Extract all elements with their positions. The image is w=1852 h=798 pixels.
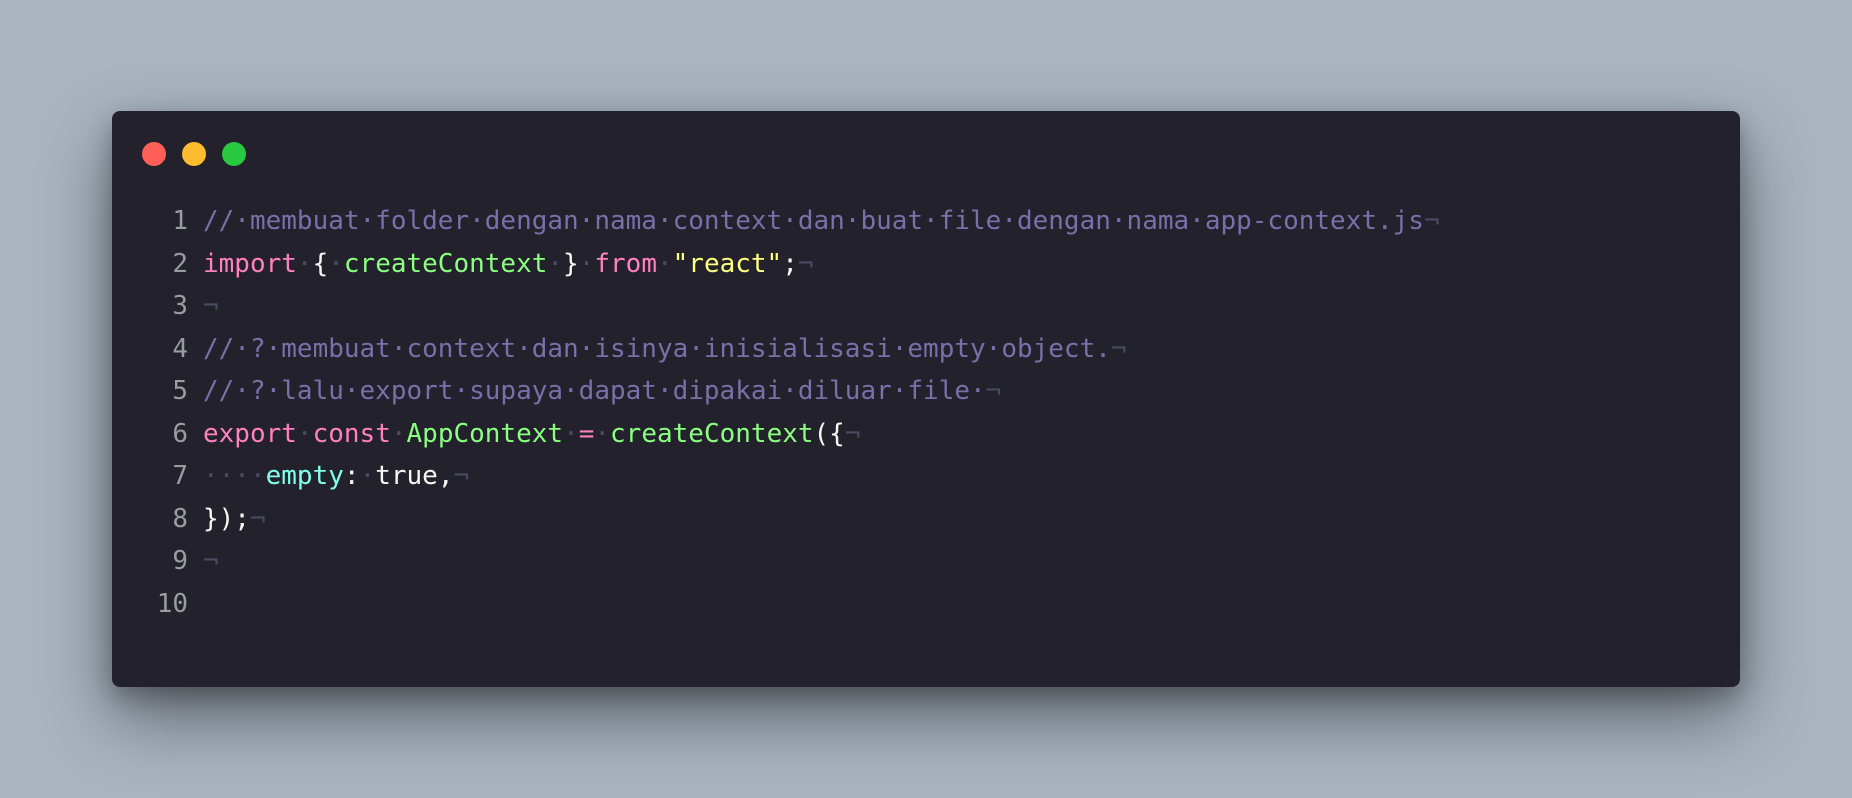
code-line[interactable]: 6 export·const·AppContext·=·createContext…: [112, 413, 1740, 456]
whitespace-marker: ¬: [453, 461, 470, 491]
code-line[interactable]: 5 //·?·lalu·export·supaya·dapat·dipakai·d…: [112, 370, 1740, 413]
code-line[interactable]: 7 ····empty:·true,¬: [112, 455, 1740, 498]
code-line[interactable]: 10: [112, 583, 1740, 626]
code-line[interactable]: 1 //·membuat·folder·dengan·nama·context·d…: [112, 200, 1740, 243]
whitespace-marker: ·: [594, 418, 611, 449]
line-number: 5: [172, 376, 188, 406]
whitespace-marker: ¬: [203, 546, 219, 576]
whitespace-marker: ¬: [1423, 206, 1440, 236]
line-text: //·?·lalu·export·supaya·dapat·dipakai·di…: [203, 370, 1001, 413]
code-token: true: [375, 461, 438, 491]
line-text: export·const·AppContext·=·createContext(…: [203, 413, 861, 456]
code-editor[interactable]: 1 //·membuat·folder·dengan·nama·context·d…: [112, 200, 1740, 625]
whitespace-marker: ·: [390, 418, 407, 449]
line-number: 6: [172, 418, 188, 449]
maximize-window-button[interactable]: [222, 142, 246, 166]
code-line[interactable]: 2 import·{·createContext·}·from·"react";¬: [112, 243, 1740, 286]
whitespace-marker: ·: [359, 461, 376, 491]
whitespace-marker: ·: [578, 248, 595, 279]
whitespace-marker: ·: [656, 248, 673, 279]
whitespace-marker: ····: [203, 461, 266, 491]
code-token: {: [312, 248, 329, 279]
code-line[interactable]: 4 //·?·membuat·context·dan·isinya·inisial…: [112, 328, 1740, 371]
line-number: 10: [156, 588, 188, 619]
line-text: //·?·membuat·context·dan·isinya·inisiali…: [203, 328, 1127, 371]
line-number: 8: [172, 503, 188, 534]
code-token: ;: [782, 248, 798, 279]
code-window: 1 //·membuat·folder·dengan·nama·context·d…: [112, 111, 1740, 687]
whitespace-marker: ¬: [203, 291, 219, 321]
code-token: empty: [265, 461, 344, 491]
line-number: 9: [172, 546, 188, 576]
whitespace-marker: ·: [563, 418, 579, 449]
line-text: //·membuat·folder·dengan·nama·context·da…: [203, 200, 1440, 243]
line-text: import·{·createContext·}·from·"react";¬: [203, 243, 814, 286]
code-token: //·membuat·folder·dengan·nama·context·da…: [203, 206, 1424, 236]
line-text: });¬: [203, 498, 266, 541]
code-token: "react": [672, 248, 783, 279]
code-token: import: [203, 248, 297, 279]
line-text: ¬: [203, 540, 219, 583]
code-token: ,: [437, 461, 454, 491]
line-number: 7: [172, 461, 188, 491]
code-token: :: [343, 461, 360, 491]
code-token: //·?·membuat·context·dan·isinya·inisiali…: [203, 333, 1111, 364]
code-token: from: [594, 248, 657, 279]
code-token: const: [312, 418, 391, 449]
whitespace-marker: ·: [296, 418, 313, 449]
whitespace-marker: ·: [547, 248, 564, 279]
code-token: export: [203, 418, 297, 449]
window-controls: [142, 142, 246, 166]
code-token: AppContext: [406, 418, 564, 449]
whitespace-marker: ·: [296, 248, 313, 279]
whitespace-marker: ¬: [844, 418, 861, 449]
whitespace-marker: ¬: [249, 503, 266, 534]
code-token: });: [203, 503, 250, 534]
code-token: createContext: [343, 248, 548, 279]
close-window-button[interactable]: [142, 142, 166, 166]
code-token: //·?·lalu·export·supaya·dapat·dipakai·di…: [203, 376, 986, 406]
whitespace-marker: ¬: [985, 376, 1002, 406]
code-line[interactable]: 9 ¬: [112, 540, 1740, 583]
code-token: createContext: [610, 418, 814, 449]
whitespace-marker: ·: [328, 248, 344, 279]
code-token: =: [578, 418, 595, 449]
code-line[interactable]: 8});¬: [112, 498, 1740, 541]
line-number: 2: [172, 248, 188, 279]
minimize-window-button[interactable]: [182, 142, 206, 166]
code-line[interactable]: 3 ¬: [112, 285, 1740, 328]
code-token: ({: [813, 418, 845, 449]
whitespace-marker: ¬: [1110, 333, 1127, 364]
line-number: 3: [172, 291, 188, 321]
line-text: ····empty:·true,¬: [203, 455, 469, 498]
whitespace-marker: ¬: [797, 248, 814, 279]
line-text: ¬: [203, 285, 219, 328]
line-number: 4: [172, 333, 188, 364]
code-token: }: [563, 248, 579, 279]
line-number: 1: [172, 206, 188, 236]
